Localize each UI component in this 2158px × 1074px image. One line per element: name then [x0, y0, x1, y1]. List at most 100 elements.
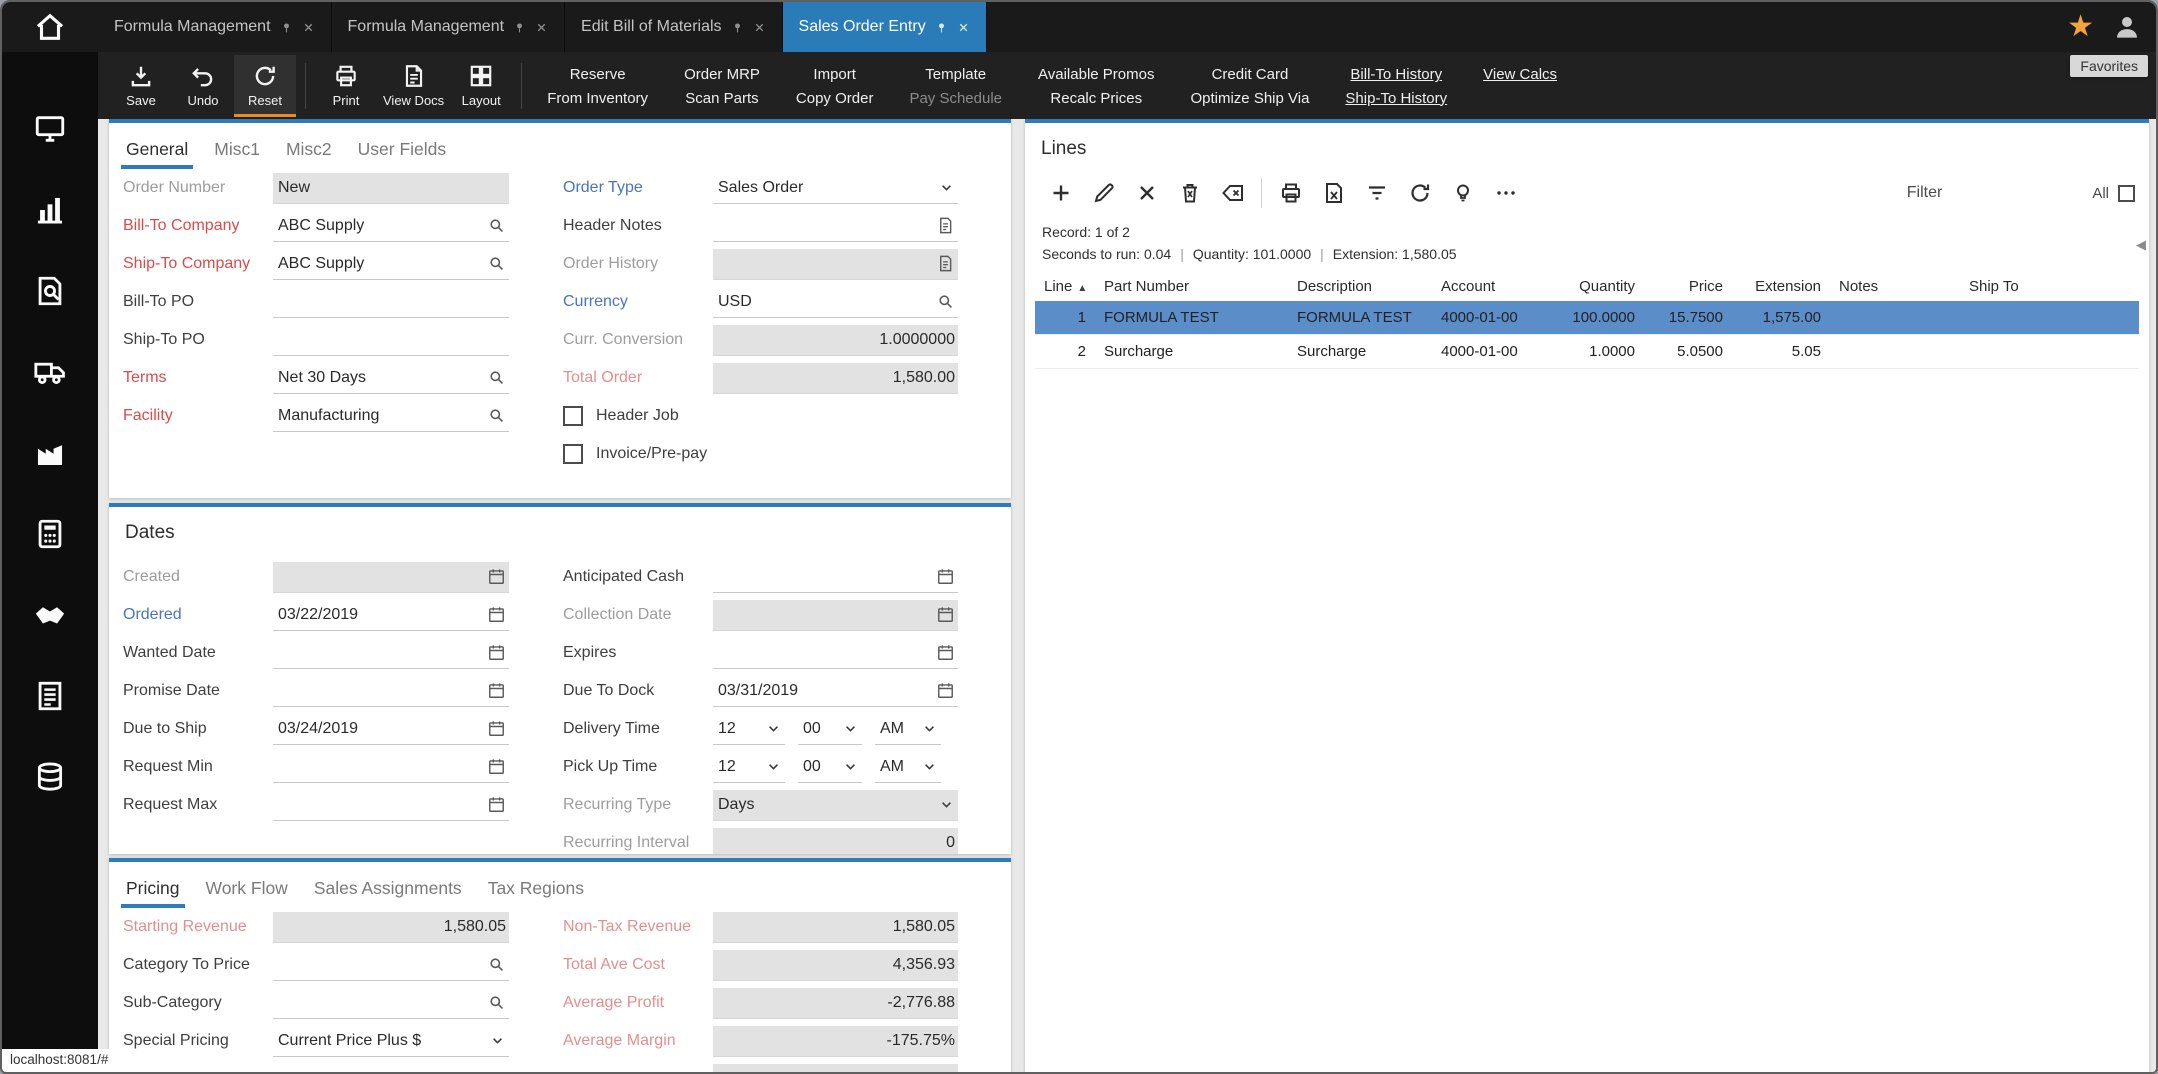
scan-parts-menu-item[interactable]: Scan Parts — [685, 90, 758, 107]
wanted-date-field[interactable] — [273, 638, 509, 669]
due-to-ship-field[interactable]: 03/24/2019 — [273, 714, 509, 745]
sidebar-item-document-search[interactable] — [33, 274, 67, 308]
line-row[interactable]: 2SurchargeSurcharge4000-01-001.00005.050… — [1035, 335, 2139, 369]
user-profile-icon[interactable] — [2112, 12, 2142, 42]
optimize-ship-via-menu-item[interactable]: Optimize Ship Via — [1190, 90, 1309, 107]
special-pricing-field[interactable]: Current Price Plus $ — [273, 1026, 509, 1057]
window-tab-sales-order-entry[interactable]: Sales Order Entry — [783, 2, 987, 52]
order-mrp-menu-item[interactable]: Order MRP — [684, 66, 760, 83]
general-tab-user-fields[interactable]: User Fields — [345, 127, 460, 169]
layout-button[interactable]: Layout — [450, 55, 512, 117]
due-to-dock-field[interactable]: 03/31/2019 — [713, 676, 958, 707]
delete-line-button[interactable] — [1125, 174, 1168, 212]
pricing-tab-pricing[interactable]: Pricing — [113, 866, 193, 908]
credit-card-menu-item[interactable]: Credit Card — [1212, 66, 1289, 83]
pick-up-time-ampm-select[interactable]: AM — [875, 752, 941, 783]
column-header-ship-to[interactable]: Ship To — [1960, 272, 2139, 301]
view-docs-button[interactable]: View Docs — [377, 55, 450, 117]
sidebar-item-calculator[interactable] — [33, 517, 67, 551]
sidebar-item-invoice[interactable] — [33, 679, 67, 713]
delivery-time-minute-select[interactable]: 00 — [798, 714, 862, 745]
reset-button[interactable]: Reset — [234, 55, 296, 117]
column-header-part-number[interactable]: Part Number — [1095, 272, 1288, 301]
copy-order-menu-item[interactable]: Copy Order — [796, 90, 874, 107]
ship-to-company-field[interactable]: ABC Supply — [273, 249, 509, 280]
window-tab-formula-management[interactable]: Formula Management — [98, 2, 332, 52]
general-tab-general[interactable]: General — [113, 127, 201, 169]
bill-to-po-field[interactable] — [273, 287, 509, 318]
edit-line-button[interactable] — [1082, 174, 1125, 212]
save-button[interactable]: Save — [110, 55, 172, 117]
pricing-tab-work-flow[interactable]: Work Flow — [193, 866, 301, 908]
currency-field[interactable]: USD — [713, 287, 958, 318]
more-options-button[interactable] — [1484, 174, 1527, 212]
pricing-tab-sales-assignments[interactable]: Sales Assignments — [301, 866, 475, 908]
sidebar-item-home[interactable] — [33, 10, 67, 44]
undo-button[interactable]: Undo — [172, 55, 234, 117]
ship-to-history-menu-item[interactable]: Ship-To History — [1345, 90, 1447, 107]
window-tab-formula-management[interactable]: Formula Management — [332, 2, 566, 52]
form-row: Curr. Conversion1.0000000 — [563, 321, 958, 359]
delivery-time-ampm-select[interactable]: AM — [875, 714, 941, 745]
delivery-time-hour-select[interactable]: 12 — [713, 714, 785, 745]
export-excel-button[interactable] — [1312, 174, 1355, 212]
sidebar-item-truck[interactable] — [33, 355, 67, 389]
available-promos-menu-item[interactable]: Available Promos — [1038, 66, 1154, 83]
template-menu-item[interactable]: Template — [925, 66, 986, 83]
pricing-tab-tax-regions[interactable]: Tax Regions — [475, 866, 597, 908]
average-profit-field: -2,776.88 — [713, 988, 958, 1019]
bill-to-history-menu-item[interactable]: Bill-To History — [1350, 66, 1442, 83]
reserve-menu-item[interactable]: Reserve — [570, 66, 626, 83]
column-header-notes[interactable]: Notes — [1830, 272, 1960, 301]
from-inventory-menu-item[interactable]: From Inventory — [547, 90, 648, 107]
promise-date-field[interactable] — [273, 676, 509, 707]
anticipated-cash-field[interactable] — [713, 562, 958, 593]
invoice-pre-pay-checkbox[interactable] — [563, 444, 583, 464]
order-type-field[interactable]: Sales Order — [713, 173, 958, 204]
sidebar-item-handshake[interactable] — [33, 598, 67, 632]
header-job-checkbox[interactable] — [563, 406, 583, 426]
column-header-extension[interactable]: Extension — [1732, 272, 1830, 301]
bill-to-company-field[interactable]: ABC Supply — [273, 211, 509, 242]
refresh-lines-button[interactable] — [1398, 174, 1441, 212]
all-checkbox[interactable] — [2118, 185, 2135, 202]
ordered-field[interactable]: 03/22/2019 — [273, 600, 509, 631]
pick-up-time-minute-select[interactable]: 00 — [798, 752, 862, 783]
add-line-button[interactable] — [1039, 174, 1082, 212]
pick-up-time-hour-select[interactable]: 12 — [713, 752, 785, 783]
recalc-prices-menu-item[interactable]: Recalc Prices — [1050, 90, 1142, 107]
facility-field[interactable]: Manufacturing — [273, 401, 509, 432]
print-button[interactable]: Print — [315, 55, 377, 117]
clear-lines-button[interactable] — [1211, 174, 1254, 212]
category-to-price-field[interactable] — [273, 950, 509, 981]
view-calcs-menu-item[interactable]: View Calcs — [1483, 66, 1557, 83]
line-row[interactable]: 1FORMULA TESTFORMULA TEST4000-01-00100.0… — [1035, 301, 2139, 335]
delete-all-lines-button[interactable] — [1168, 174, 1211, 212]
sidebar-item-factory[interactable] — [33, 436, 67, 470]
window-tab-edit-bill-of-materials[interactable]: Edit Bill of Materials — [565, 2, 783, 52]
collapse-panel-icon[interactable] — [2136, 237, 2146, 253]
import-menu-item[interactable]: Import — [813, 66, 856, 83]
filter-lines-button[interactable] — [1355, 174, 1398, 212]
general-tab-misc1[interactable]: Misc1 — [201, 127, 273, 169]
column-header-quantity[interactable]: Quantity — [1544, 272, 1644, 301]
column-header-price[interactable]: Price — [1644, 272, 1732, 301]
tips-button[interactable] — [1441, 174, 1484, 212]
header-notes-field[interactable] — [713, 211, 958, 242]
request-min-field[interactable] — [273, 752, 509, 783]
sidebar-item-database[interactable] — [33, 760, 67, 794]
sidebar-item-sales-chart[interactable] — [33, 193, 67, 227]
favorites-star-icon[interactable] — [2067, 12, 2094, 42]
request-max-field[interactable] — [273, 790, 509, 821]
pay-schedule-menu-item[interactable]: Pay Schedule — [909, 90, 1002, 107]
general-tab-misc2[interactable]: Misc2 — [273, 127, 345, 169]
sidebar-item-monitor[interactable] — [33, 112, 67, 146]
column-header-description[interactable]: Description — [1288, 272, 1432, 301]
column-header-line[interactable]: Line — [1035, 272, 1095, 301]
expires-field[interactable] — [713, 638, 958, 669]
print-lines-button[interactable] — [1269, 174, 1312, 212]
column-header-account[interactable]: Account — [1432, 272, 1544, 301]
ship-to-po-field[interactable] — [273, 325, 509, 356]
sub-category-field[interactable] — [273, 988, 509, 1019]
terms-field[interactable]: Net 30 Days — [273, 363, 509, 394]
